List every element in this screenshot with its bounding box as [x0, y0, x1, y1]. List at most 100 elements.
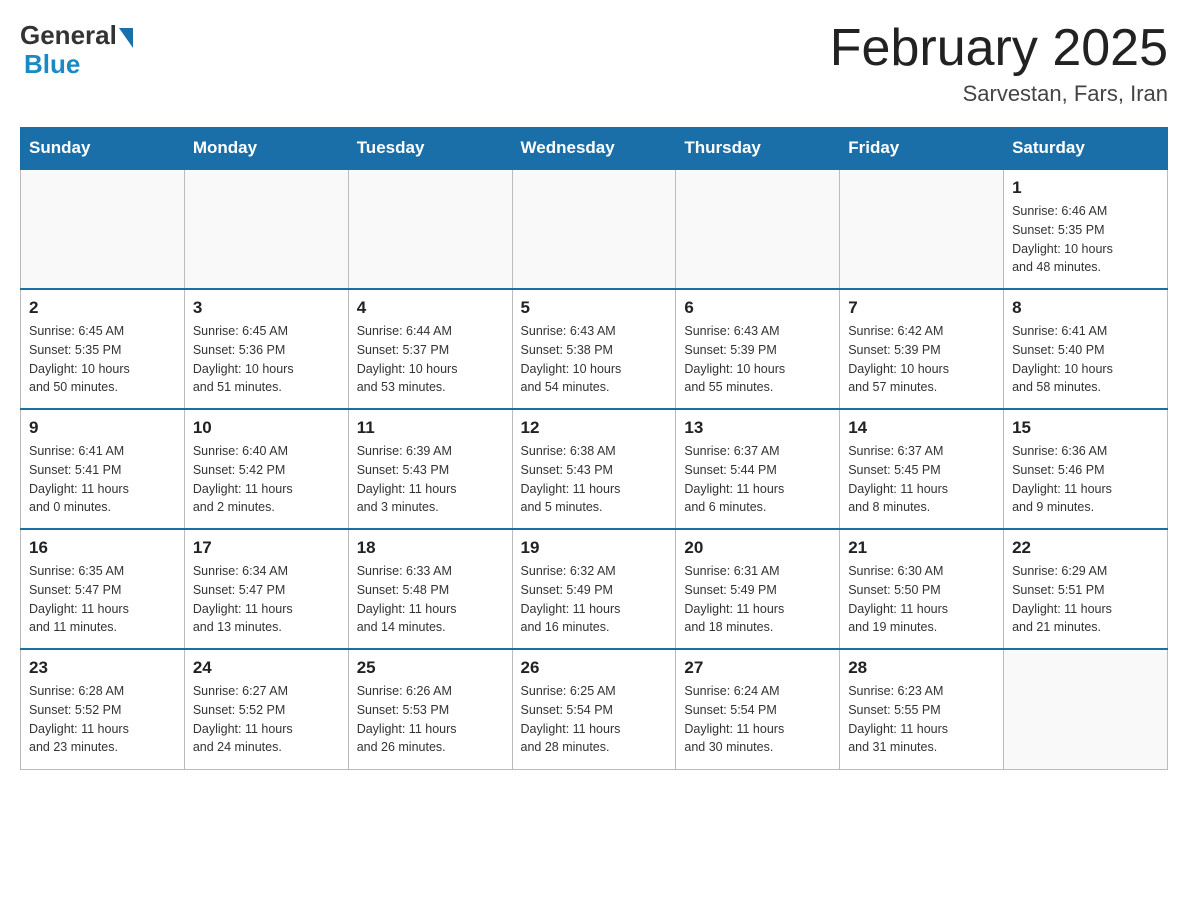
day-number: 4 — [357, 298, 504, 318]
day-info: Sunrise: 6:42 AM Sunset: 5:39 PM Dayligh… — [848, 322, 995, 397]
day-info: Sunrise: 6:40 AM Sunset: 5:42 PM Dayligh… — [193, 442, 340, 517]
calendar-cell: 11 Sunrise: 6:39 AM Sunset: 5:43 PM Dayli… — [348, 409, 512, 529]
weekday-header-row: SundayMondayTuesdayWednesdayThursdayFrid… — [21, 128, 1168, 170]
title-block: February 2025 Sarvestan, Fars, Iran — [830, 20, 1168, 107]
calendar-table: SundayMondayTuesdayWednesdayThursdayFrid… — [20, 127, 1168, 770]
week-row-1: 1 Sunrise: 6:46 AM Sunset: 5:35 PM Daylig… — [21, 169, 1168, 289]
day-info: Sunrise: 6:45 AM Sunset: 5:36 PM Dayligh… — [193, 322, 340, 397]
day-number: 19 — [521, 538, 668, 558]
day-number: 20 — [684, 538, 831, 558]
day-info: Sunrise: 6:41 AM Sunset: 5:41 PM Dayligh… — [29, 442, 176, 517]
calendar-cell: 15Sunrise: 6:36 AM Sunset: 5:46 PM Dayli… — [1004, 409, 1168, 529]
calendar-cell: 23Sunrise: 6:28 AM Sunset: 5:52 PM Dayli… — [21, 649, 185, 769]
day-number: 24 — [193, 658, 340, 678]
calendar-cell: 3 Sunrise: 6:45 AM Sunset: 5:36 PM Daylig… — [184, 289, 348, 409]
calendar-cell: 2 Sunrise: 6:45 AM Sunset: 5:35 PM Daylig… — [21, 289, 185, 409]
page-header: General Blue February 2025 Sarvestan, Fa… — [20, 20, 1168, 107]
day-info: Sunrise: 6:37 AM Sunset: 5:44 PM Dayligh… — [684, 442, 831, 517]
calendar-cell: 1 Sunrise: 6:46 AM Sunset: 5:35 PM Daylig… — [1004, 169, 1168, 289]
calendar-cell: 8Sunrise: 6:41 AM Sunset: 5:40 PM Daylig… — [1004, 289, 1168, 409]
day-number: 18 — [357, 538, 504, 558]
day-info: Sunrise: 6:34 AM Sunset: 5:47 PM Dayligh… — [193, 562, 340, 637]
day-number: 28 — [848, 658, 995, 678]
day-info: Sunrise: 6:30 AM Sunset: 5:50 PM Dayligh… — [848, 562, 995, 637]
day-number: 2 — [29, 298, 176, 318]
weekday-header-monday: Monday — [184, 128, 348, 170]
day-number: 23 — [29, 658, 176, 678]
day-number: 14 — [848, 418, 995, 438]
calendar-cell: 13 Sunrise: 6:37 AM Sunset: 5:44 PM Dayli… — [676, 409, 840, 529]
calendar-cell: 28 Sunrise: 6:23 AM Sunset: 5:55 PM Dayli… — [840, 649, 1004, 769]
day-info: Sunrise: 6:38 AM Sunset: 5:43 PM Dayligh… — [521, 442, 668, 517]
weekday-header-wednesday: Wednesday — [512, 128, 676, 170]
day-info: Sunrise: 6:46 AM Sunset: 5:35 PM Dayligh… — [1012, 202, 1159, 277]
day-number: 6 — [684, 298, 831, 318]
day-info: Sunrise: 6:45 AM Sunset: 5:35 PM Dayligh… — [29, 322, 176, 397]
calendar-cell: 21 Sunrise: 6:30 AM Sunset: 5:50 PM Dayli… — [840, 529, 1004, 649]
calendar-cell: 10 Sunrise: 6:40 AM Sunset: 5:42 PM Dayli… — [184, 409, 348, 529]
calendar-cell: 27 Sunrise: 6:24 AM Sunset: 5:54 PM Dayli… — [676, 649, 840, 769]
weekday-header-tuesday: Tuesday — [348, 128, 512, 170]
calendar-cell: 4 Sunrise: 6:44 AM Sunset: 5:37 PM Daylig… — [348, 289, 512, 409]
day-number: 27 — [684, 658, 831, 678]
day-number: 25 — [357, 658, 504, 678]
logo: General Blue — [20, 20, 133, 80]
calendar-cell: 9 Sunrise: 6:41 AM Sunset: 5:41 PM Daylig… — [21, 409, 185, 529]
weekday-header-friday: Friday — [840, 128, 1004, 170]
day-info: Sunrise: 6:24 AM Sunset: 5:54 PM Dayligh… — [684, 682, 831, 757]
day-info: Sunrise: 6:39 AM Sunset: 5:43 PM Dayligh… — [357, 442, 504, 517]
calendar-cell — [1004, 649, 1168, 769]
day-info: Sunrise: 6:44 AM Sunset: 5:37 PM Dayligh… — [357, 322, 504, 397]
calendar-cell: 25Sunrise: 6:26 AM Sunset: 5:53 PM Dayli… — [348, 649, 512, 769]
day-number: 7 — [848, 298, 995, 318]
location-subtitle: Sarvestan, Fars, Iran — [830, 81, 1168, 107]
logo-blue-text: Blue — [20, 49, 80, 80]
day-number: 1 — [1012, 178, 1159, 198]
calendar-cell: 12 Sunrise: 6:38 AM Sunset: 5:43 PM Dayli… — [512, 409, 676, 529]
calendar-cell: 24 Sunrise: 6:27 AM Sunset: 5:52 PM Dayli… — [184, 649, 348, 769]
calendar-cell: 26 Sunrise: 6:25 AM Sunset: 5:54 PM Dayli… — [512, 649, 676, 769]
day-number: 5 — [521, 298, 668, 318]
calendar-cell: 16Sunrise: 6:35 AM Sunset: 5:47 PM Dayli… — [21, 529, 185, 649]
logo-triangle-icon — [119, 28, 133, 48]
calendar-cell: 17Sunrise: 6:34 AM Sunset: 5:47 PM Dayli… — [184, 529, 348, 649]
calendar-cell: 19 Sunrise: 6:32 AM Sunset: 5:49 PM Dayli… — [512, 529, 676, 649]
calendar-cell: 6 Sunrise: 6:43 AM Sunset: 5:39 PM Daylig… — [676, 289, 840, 409]
calendar-cell — [676, 169, 840, 289]
day-number: 22 — [1012, 538, 1159, 558]
day-info: Sunrise: 6:23 AM Sunset: 5:55 PM Dayligh… — [848, 682, 995, 757]
day-number: 9 — [29, 418, 176, 438]
day-info: Sunrise: 6:32 AM Sunset: 5:49 PM Dayligh… — [521, 562, 668, 637]
calendar-cell: 7 Sunrise: 6:42 AM Sunset: 5:39 PM Daylig… — [840, 289, 1004, 409]
day-number: 12 — [521, 418, 668, 438]
weekday-header-thursday: Thursday — [676, 128, 840, 170]
day-info: Sunrise: 6:25 AM Sunset: 5:54 PM Dayligh… — [521, 682, 668, 757]
calendar-cell — [184, 169, 348, 289]
day-info: Sunrise: 6:43 AM Sunset: 5:39 PM Dayligh… — [684, 322, 831, 397]
calendar-cell: 20 Sunrise: 6:31 AM Sunset: 5:49 PM Dayli… — [676, 529, 840, 649]
calendar-cell — [21, 169, 185, 289]
day-info: Sunrise: 6:27 AM Sunset: 5:52 PM Dayligh… — [193, 682, 340, 757]
day-number: 8 — [1012, 298, 1159, 318]
day-info: Sunrise: 6:31 AM Sunset: 5:49 PM Dayligh… — [684, 562, 831, 637]
day-number: 10 — [193, 418, 340, 438]
week-row-2: 2 Sunrise: 6:45 AM Sunset: 5:35 PM Daylig… — [21, 289, 1168, 409]
day-number: 13 — [684, 418, 831, 438]
day-number: 26 — [521, 658, 668, 678]
calendar-cell — [840, 169, 1004, 289]
day-info: Sunrise: 6:37 AM Sunset: 5:45 PM Dayligh… — [848, 442, 995, 517]
day-number: 21 — [848, 538, 995, 558]
day-number: 3 — [193, 298, 340, 318]
calendar-cell — [348, 169, 512, 289]
day-number: 11 — [357, 418, 504, 438]
calendar-cell: 5Sunrise: 6:43 AM Sunset: 5:38 PM Daylig… — [512, 289, 676, 409]
day-number: 16 — [29, 538, 176, 558]
weekday-header-saturday: Saturday — [1004, 128, 1168, 170]
calendar-cell: 22Sunrise: 6:29 AM Sunset: 5:51 PM Dayli… — [1004, 529, 1168, 649]
weekday-header-sunday: Sunday — [21, 128, 185, 170]
logo-general-text: General — [20, 20, 117, 51]
week-row-3: 9 Sunrise: 6:41 AM Sunset: 5:41 PM Daylig… — [21, 409, 1168, 529]
calendar-cell — [512, 169, 676, 289]
week-row-5: 23Sunrise: 6:28 AM Sunset: 5:52 PM Dayli… — [21, 649, 1168, 769]
calendar-cell: 18Sunrise: 6:33 AM Sunset: 5:48 PM Dayli… — [348, 529, 512, 649]
